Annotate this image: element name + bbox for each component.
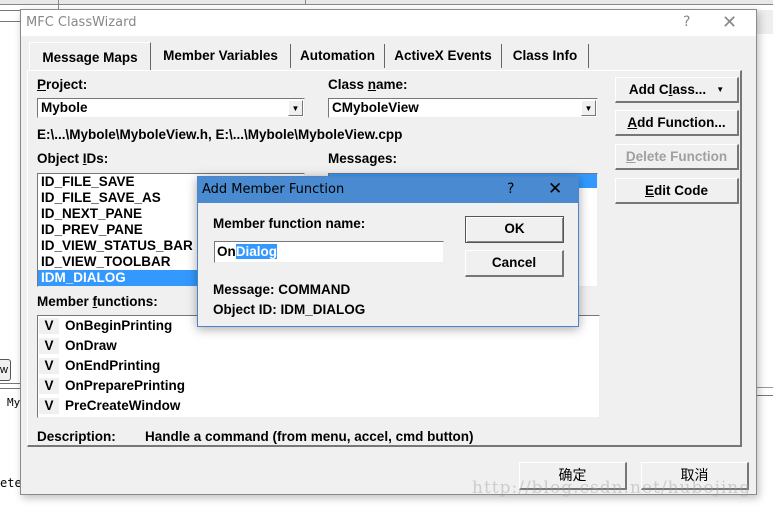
help-icon[interactable]: ?	[683, 14, 690, 30]
project-value: Mybole	[41, 100, 88, 115]
background-tab-button[interactable]: w	[0, 359, 11, 381]
background-line	[756, 387, 773, 388]
close-icon[interactable]: ✕	[548, 179, 562, 199]
delete-function-button[interactable]: Delete Function	[615, 144, 739, 170]
close-icon[interactable]: ✕	[722, 12, 737, 33]
background-panel	[756, 10, 773, 34]
dropdown-arrow-icon[interactable]: ▼	[288, 100, 303, 116]
message-info: Message: COMMAND	[213, 282, 351, 297]
tab-message-maps[interactable]: Message Maps	[29, 42, 151, 70]
description-label: Description:	[37, 429, 116, 444]
class-name-label: Class name:	[328, 77, 408, 92]
modal-cancel-button[interactable]: Cancel	[465, 250, 564, 277]
function-name: OnPreparePrinting	[65, 378, 186, 393]
add-member-function-dialog: Add Member Function ? ✕ Member function …	[197, 176, 579, 327]
background-line	[0, 383, 20, 384]
virtual-flag: V	[39, 378, 59, 394]
edit-code-button[interactable]: Edit Code	[615, 178, 739, 204]
background-toolbar-strip	[0, 0, 773, 5]
class-name-value: CMyboleView	[332, 100, 419, 115]
tab-automation[interactable]: Automation	[291, 44, 385, 68]
input-text-selected: Dialog	[235, 244, 278, 259]
tab-class-info[interactable]: Class Info	[502, 44, 589, 68]
function-name-label: Member function name:	[213, 216, 366, 231]
watermark-text: http://blog.csdn.net/hubojing	[472, 478, 752, 498]
dropdown-arrow-icon: ▼	[716, 85, 725, 94]
help-icon[interactable]: ?	[507, 181, 514, 197]
background-tab-label: w	[0, 364, 8, 376]
background-text: ete	[0, 476, 22, 490]
modal-title: Add Member Function	[202, 182, 345, 197]
background-line	[756, 395, 773, 396]
function-name: OnDraw	[65, 338, 117, 353]
virtual-flag: V	[39, 398, 59, 414]
list-item[interactable]: V PreCreateWindow	[38, 396, 599, 416]
dropdown-arrow-icon[interactable]: ▼	[581, 100, 596, 116]
list-item[interactable]: V OnEndPrinting	[38, 356, 599, 376]
function-name-input[interactable]: OnDialog	[214, 241, 444, 263]
list-item[interactable]: V OnPreparePrinting	[38, 376, 599, 396]
background-lines	[0, 10, 20, 22]
object-id-info: Object ID: IDM_DIALOG	[213, 302, 366, 317]
virtual-flag: V	[39, 358, 59, 374]
project-combo[interactable]: Mybole ▼	[37, 98, 305, 118]
virtual-flag: V	[39, 318, 59, 334]
virtual-flag: V	[39, 338, 59, 354]
messages-label: Messages:	[328, 151, 398, 166]
function-name: OnEndPrinting	[65, 358, 161, 373]
add-function-button[interactable]: Add Function...	[615, 110, 739, 136]
function-name: OnBeginPrinting	[65, 318, 173, 333]
modal-titlebar[interactable]: Add Member Function ? ✕	[198, 177, 578, 203]
background-line	[0, 388, 20, 389]
member-functions-listbox[interactable]: V OnBeginPrinting V OnDraw V OnEndPrinting …	[37, 315, 600, 418]
input-text-prefix: On	[217, 244, 236, 259]
function-name: PreCreateWindow	[65, 398, 181, 413]
project-label: Project:	[37, 77, 88, 92]
class-name-combo[interactable]: CMyboleView ▼	[328, 98, 598, 118]
tab-activex-events[interactable]: ActiveX Events	[385, 44, 502, 68]
member-functions-label: Member functions:	[37, 294, 158, 309]
tab-member-variables[interactable]: Member Variables	[151, 44, 291, 68]
background-text: My	[7, 396, 21, 409]
wizard-titlebar[interactable]: MFC ClassWizard ? ✕	[21, 10, 756, 36]
file-path-text: E:\...\Mybole\MyboleView.h, E:\...\Mybol…	[37, 127, 403, 142]
background-divider	[305, 0, 306, 4]
add-class-button[interactable]: Add Class... ▼	[615, 77, 739, 103]
list-item[interactable]: V OnDraw	[38, 336, 599, 356]
object-ids-label: Object IDs:	[37, 151, 109, 166]
description-value: Handle a command (from menu, accel, cmd …	[145, 429, 474, 444]
modal-ok-button[interactable]: OK	[465, 216, 564, 243]
wizard-title: MFC ClassWizard	[26, 15, 137, 30]
